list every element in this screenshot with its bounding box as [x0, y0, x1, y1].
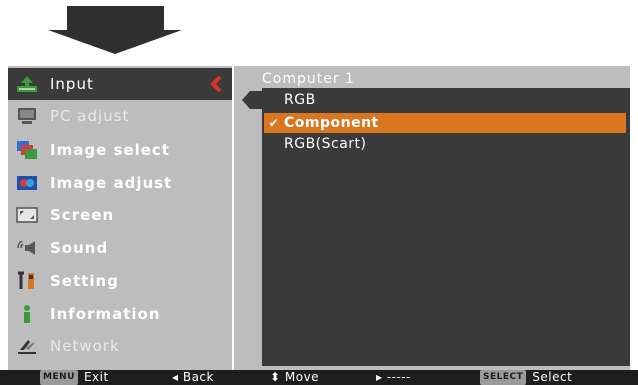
menu-item-image-adjust[interactable]: Image adjust [8, 167, 232, 199]
input-icon [14, 72, 40, 96]
option-rgb-scart[interactable]: RGB(Scart) [264, 134, 626, 154]
menu-item-sound[interactable]: Sound [8, 232, 232, 264]
image-adjust-icon [14, 171, 40, 195]
down-arrow-icon [48, 6, 182, 54]
submenu-title: Computer 1 [262, 71, 355, 87]
option-component[interactable]: ✔ Component [264, 113, 626, 133]
menu-item-label: PC adjust [50, 107, 130, 125]
sound-icon [14, 236, 40, 260]
menu-item-screen[interactable]: Screen [8, 199, 232, 231]
menu-item-setting[interactable]: Setting [8, 265, 232, 297]
move-hint: ⬍ Move [270, 370, 320, 384]
menu-item-label: Network [50, 337, 120, 355]
menu-item-information[interactable]: Information [8, 298, 232, 330]
network-icon [14, 334, 40, 358]
information-icon [14, 302, 40, 326]
exit-label: Exit [83, 370, 109, 384]
next-hint: ▸ ----- [376, 370, 411, 384]
image-select-icon [14, 138, 40, 162]
select-hint: SELECT Select [480, 370, 572, 385]
main-menu: Input PC adjust Image select Image adjus… [8, 66, 232, 370]
menu-key-icon: MENU [40, 370, 78, 385]
back-hint: ◂ Back [172, 370, 214, 384]
select-label: Select [532, 370, 573, 384]
select-key-icon: SELECT [480, 370, 527, 385]
exit-hint: MENU Exit [40, 370, 109, 385]
help-bar: MENU Exit ◂ Back ⬍ Move ▸ ----- SELECT Sel… [0, 370, 638, 385]
setting-icon [14, 269, 40, 293]
screen-icon [14, 203, 40, 227]
menu-item-input[interactable]: Input [8, 68, 232, 100]
menu-item-label: Image select [50, 141, 170, 159]
option-label: RGB [284, 92, 316, 108]
menu-item-network[interactable]: Network [8, 330, 232, 362]
menu-item-label: Input [50, 75, 94, 93]
option-label: RGB(Scart) [284, 136, 367, 152]
menu-item-label: Image adjust [50, 174, 173, 192]
menu-item-label: Sound [50, 239, 109, 257]
option-rgb[interactable]: RGB [264, 90, 626, 110]
menu-item-label: Information [50, 305, 161, 323]
menu-item-image-select[interactable]: Image select [8, 134, 232, 166]
pc-adjust-icon [14, 104, 40, 128]
option-label: Component [284, 115, 379, 131]
menu-item-pc-adjust[interactable]: PC adjust [8, 100, 232, 132]
chevron-left-icon [210, 75, 222, 93]
checkmark-icon: ✔ [268, 116, 280, 130]
menu-item-label: Setting [50, 272, 119, 290]
menu-item-label: Screen [50, 206, 115, 224]
